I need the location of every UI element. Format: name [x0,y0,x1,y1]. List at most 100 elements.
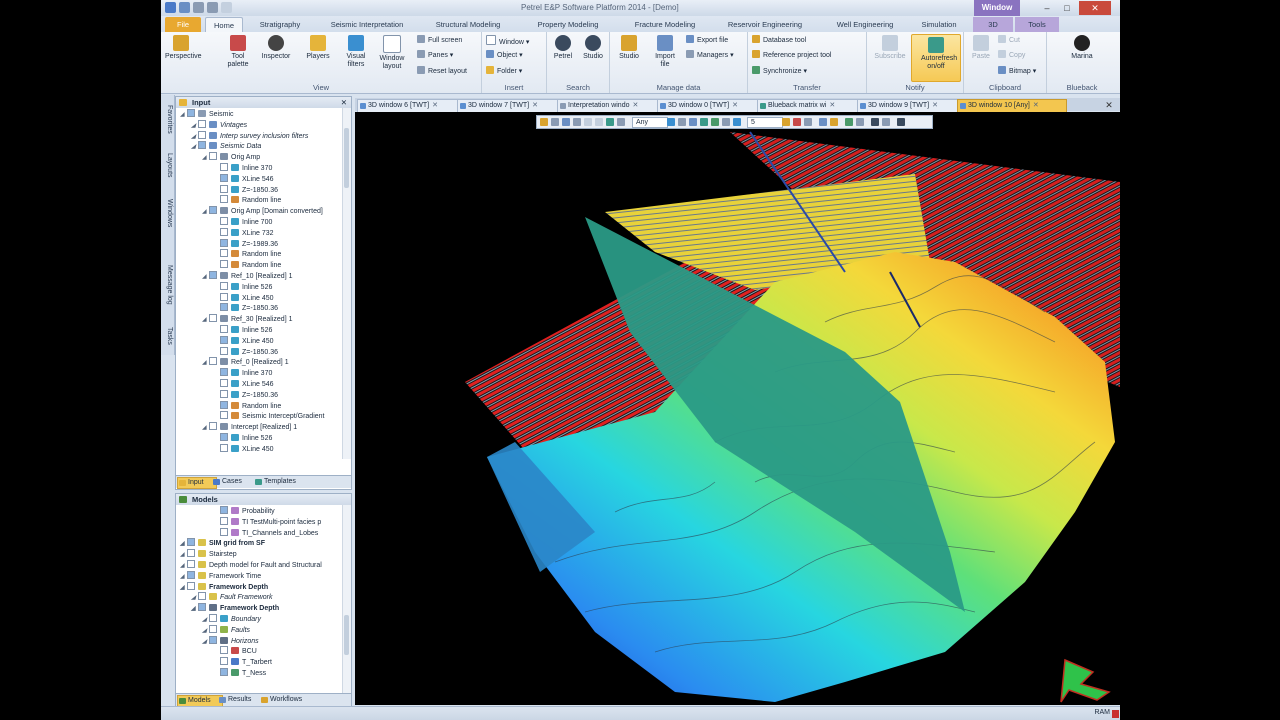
autorefresh-button[interactable]: Autorefresh on/off [911,34,961,82]
quick-access-menu-icon[interactable] [221,2,232,13]
annotation-icon[interactable] [819,118,827,126]
petrel-logo-icon[interactable] [165,2,176,13]
tree-item[interactable]: ◢ Seismic Data [191,141,261,152]
expand-icon[interactable]: ◢ [202,153,208,164]
tab-tools[interactable]: Tools [1015,17,1059,32]
tree-item[interactable]: Random line [213,195,281,206]
visibility-checkbox[interactable] [220,368,228,377]
fullscreen-view-icon[interactable] [882,118,890,126]
flatten-icon[interactable] [711,118,719,126]
tree-item[interactable]: ◢ Interp survey inclusion filters [191,130,308,142]
tab-reservoir-engineering[interactable]: Reservoir Engineering [717,17,813,32]
expand-icon[interactable]: ◢ [202,637,208,648]
tree-item[interactable]: Seismic Intercept/Gradient [213,411,324,422]
tree-item[interactable]: Random line [213,400,281,412]
visibility-checkbox[interactable] [220,646,228,655]
visibility-checkbox[interactable] [220,217,228,225]
auto-legend-icon[interactable] [845,118,853,126]
visibility-checkbox[interactable] [220,325,228,333]
tab-structural-modeling[interactable]: Structural Modeling [423,17,513,32]
visibility-checkbox[interactable] [220,668,228,676]
tab-stratigraphy[interactable]: Stratigraphy [247,17,313,32]
tab-cases[interactable]: Cases [212,477,258,487]
bitmap-button[interactable]: Bitmap ▾ [998,66,1036,77]
tab-home[interactable]: Home [205,17,243,33]
visibility-checkbox[interactable] [220,227,228,236]
visibility-checkbox[interactable] [209,152,217,161]
reference-project-tool-button[interactable]: Reference project tool [752,50,831,61]
tab-close-icon[interactable]: ✕ [932,102,938,109]
visibility-checkbox[interactable] [198,119,206,128]
view-all-icon[interactable] [562,118,570,126]
insert-object-button[interactable]: Object ▾ [486,50,523,61]
full-screen-button[interactable]: Full screen [417,35,462,46]
tree-item[interactable]: Inline 370 [213,163,272,174]
visibility-checkbox[interactable] [220,249,228,258]
visibility-checkbox[interactable] [220,411,228,420]
tree-item[interactable]: Inline 526 [213,433,272,444]
database-tool-button[interactable]: Database tool [752,35,806,46]
expand-icon[interactable]: ◢ [202,358,208,369]
grid-icon[interactable] [700,118,708,126]
tree-item[interactable]: Z=-1850.36 [213,346,278,358]
doc-tab-3d-window-10[interactable]: 3D window 10 [Any] ✕ [957,99,1067,112]
tab-close-icon[interactable]: ✕ [732,102,738,109]
tree-item[interactable]: ◢ SIM grid from SF [180,538,265,549]
side-tab-layouts[interactable]: Layouts [162,145,173,185]
tab-results[interactable]: Results [218,695,264,705]
save-view-icon[interactable] [584,118,592,126]
visibility-checkbox[interactable] [220,506,228,514]
visibility-checkbox[interactable] [220,657,228,666]
pane-close-icon[interactable]: ✕ [341,97,347,108]
doc-tab-blueback-matrix[interactable]: Blueback matrix wi ✕ [757,99,867,112]
3d-scene[interactable] [355,112,1120,705]
visibility-checkbox[interactable] [198,130,206,139]
layout-icon[interactable] [856,118,864,126]
redo-icon[interactable] [207,2,218,13]
tree-item[interactable]: ◢ Ref_10 [Realized] 1 [202,271,292,282]
doc-tab-interpretation-window[interactable]: Interpretation windo ✕ [557,99,667,112]
tree-item[interactable]: T_Tarbert [213,657,272,668]
tab-fracture-modeling[interactable]: Fracture Modeling [623,17,707,32]
export-view-icon[interactable] [871,118,879,126]
pick-icon[interactable] [551,118,559,126]
perspective-button[interactable]: Perspective [165,35,202,61]
tab-close-icon[interactable]: ✕ [432,102,438,109]
player-icon[interactable] [804,118,812,126]
minimize-icon[interactable]: – [1037,1,1057,15]
tab-well-engineering[interactable]: Well Engineering [825,17,905,32]
visibility-checkbox[interactable] [187,549,195,558]
visibility-checkbox[interactable] [220,443,228,452]
tree-item[interactable]: BCU [213,646,257,657]
visibility-checkbox[interactable] [187,109,195,117]
domain-select[interactable]: Any [632,117,668,128]
side-tab-favorites[interactable]: Favorites [162,101,173,137]
visibility-checkbox[interactable] [220,335,228,344]
tree-item[interactable]: ◢ Framework Time [180,570,261,582]
axis-icon[interactable] [617,118,625,126]
tree-item[interactable]: ◢ Stairstep [180,549,237,560]
visibility-checkbox[interactable] [220,281,228,290]
window-layout-button[interactable]: Window layout [377,35,407,71]
tree-item[interactable]: XLine 450 [213,292,274,304]
search-petrel-button[interactable]: Petrel [548,35,578,61]
visibility-checkbox[interactable] [198,603,206,612]
marina-button[interactable]: Marina [1067,35,1097,61]
visibility-checkbox[interactable] [220,389,228,398]
tab-close-icon[interactable]: ✕ [1033,102,1039,109]
tree-item[interactable]: Probability [213,506,275,517]
tree-item[interactable]: ◢ Framework Depth [180,581,268,593]
expand-icon[interactable]: ◢ [191,142,197,153]
print-icon[interactable] [595,118,603,126]
visibility-checkbox[interactable] [220,346,228,355]
3d-viewport[interactable]: Any 5 [355,112,1120,705]
models-scrollbar[interactable] [342,505,351,693]
tree-item[interactable]: XLine 546 [213,379,274,390]
tab-property-modeling[interactable]: Property Modeling [525,17,611,32]
doc-tab-3d-window-9[interactable]: 3D window 9 [TWT] ✕ [857,99,967,112]
input-scrollbar[interactable] [342,108,351,459]
tree-item[interactable]: Inline 526 [213,281,272,293]
visibility-checkbox[interactable] [220,303,228,312]
expand-icon[interactable]: ◢ [202,423,208,434]
tree-item[interactable]: ◢ Boundary [202,614,261,625]
